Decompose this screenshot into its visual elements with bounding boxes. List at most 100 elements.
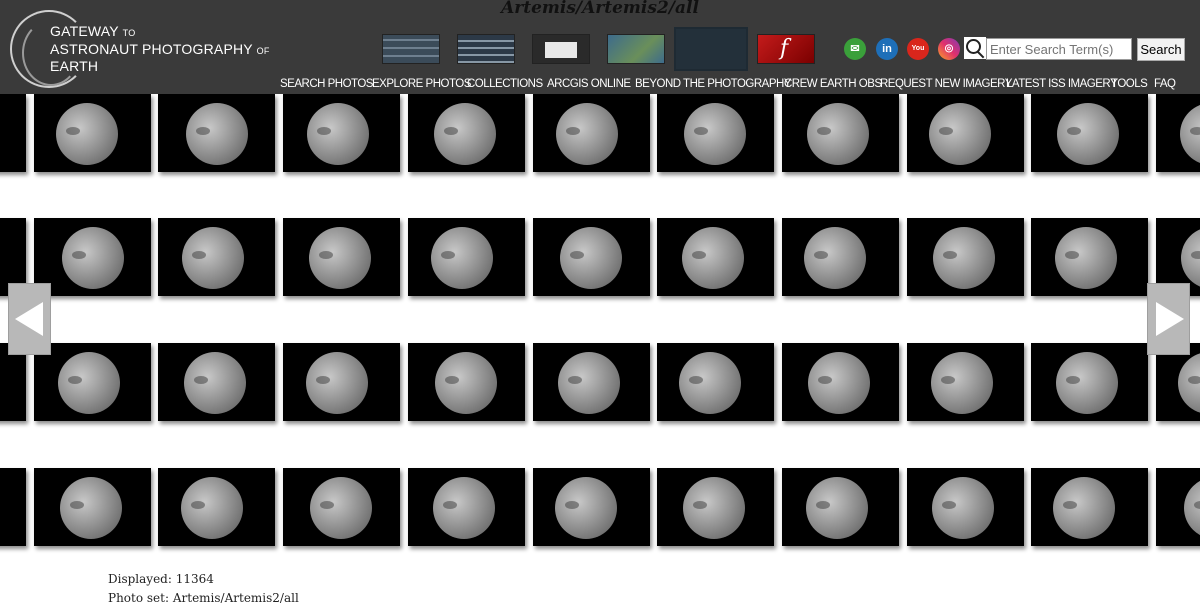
photo-thumbnail[interactable]: [408, 343, 525, 421]
moon-image: [1178, 352, 1200, 414]
youtube-icon[interactable]: You: [907, 38, 929, 60]
photo-thumbnail[interactable]: [657, 218, 774, 296]
moon-image: [184, 352, 246, 414]
photo-thumbnail[interactable]: [657, 468, 774, 546]
photo-thumbnail[interactable]: [907, 468, 1024, 546]
nav-collections[interactable]: Collections: [467, 78, 543, 90]
photo-thumbnail[interactable]: [533, 218, 650, 296]
moon-image: [56, 103, 118, 165]
photo-thumbnail[interactable]: [158, 343, 275, 421]
previous-page-button[interactable]: [8, 283, 51, 355]
moon-image: [555, 477, 617, 539]
moon-image: [556, 103, 618, 165]
email-icon[interactable]: ✉: [844, 38, 866, 60]
moon-image: [558, 352, 620, 414]
photo-thumbnail[interactable]: [34, 94, 151, 172]
photo-thumbnail[interactable]: [158, 218, 275, 296]
moon-image: [431, 227, 493, 289]
moon-image: [435, 352, 497, 414]
moon-image: [560, 227, 622, 289]
nav-search-photos[interactable]: Search Photos: [280, 78, 373, 90]
photo-thumbnail[interactable]: [1031, 94, 1148, 172]
photo-thumbnail[interactable]: [657, 343, 774, 421]
photo-thumbnail[interactable]: [34, 468, 151, 546]
photo-thumbnail[interactable]: [907, 343, 1024, 421]
nav-beyond-the-photography[interactable]: Beyond the Photography: [635, 78, 792, 90]
logo-word: Gateway: [50, 23, 119, 39]
moon-image: [679, 352, 741, 414]
logo-small-word: of: [256, 45, 270, 56]
logo-word: Astronaut Photography: [50, 40, 253, 57]
moon-image: [60, 477, 122, 539]
map-view-icon[interactable]: [607, 34, 665, 64]
photo-thumbnail[interactable]: [782, 218, 899, 296]
site-logo-text[interactable]: Gateway to Astronaut Photography of Eart…: [50, 23, 270, 75]
photo-thumbnail[interactable]: [533, 468, 650, 546]
detail-view-icon[interactable]: [532, 34, 590, 64]
nav-latest-iss-imagery[interactable]: Latest ISS Imagery: [1006, 78, 1118, 90]
list-view-icon[interactable]: [382, 34, 440, 64]
photo-thumbnail[interactable]: [34, 343, 151, 421]
moon-image: [931, 352, 993, 414]
moon-image: [310, 477, 372, 539]
photo-thumbnail[interactable]: [283, 343, 400, 421]
photo-thumbnail[interactable]: [533, 94, 650, 172]
photo-thumbnail[interactable]: [408, 218, 525, 296]
photo-thumbnail[interactable]: [1156, 94, 1200, 172]
nav-request-new-imagery[interactable]: Request New Imagery: [880, 78, 1012, 90]
moon-image: [307, 103, 369, 165]
photo-thumbnail[interactable]: [283, 218, 400, 296]
photo-grid: [0, 94, 1200, 564]
thumbnail-row: [0, 218, 1200, 296]
search-input[interactable]: [986, 38, 1132, 60]
photo-thumbnail[interactable]: [1156, 468, 1200, 546]
moon-image: [804, 227, 866, 289]
photo-thumbnail[interactable]: [158, 94, 275, 172]
photo-thumbnail[interactable]: [1031, 343, 1148, 421]
moon-image: [181, 477, 243, 539]
photo-thumbnail[interactable]: [0, 468, 26, 546]
photo-thumbnail[interactable]: [657, 94, 774, 172]
nav-arcgis-online[interactable]: ArcGIS Online: [547, 78, 631, 90]
search-icon: [964, 37, 986, 59]
photo-thumbnail[interactable]: [408, 94, 525, 172]
nav-explore-photos[interactable]: Explore Photos: [372, 78, 471, 90]
photo-set-title: Artemis/Artemis2/all: [501, 0, 699, 18]
moon-image: [186, 103, 248, 165]
moon-image: [1057, 103, 1119, 165]
photo-thumbnail[interactable]: [782, 94, 899, 172]
photo-thumbnail[interactable]: [907, 94, 1024, 172]
photo-thumbnail[interactable]: [34, 218, 151, 296]
logo-small-word: to: [122, 28, 136, 38]
left-arrow-icon: [15, 302, 43, 336]
moon-image: [434, 103, 496, 165]
moon-image: [684, 103, 746, 165]
moon-image: [933, 227, 995, 289]
table-view-icon[interactable]: [457, 34, 515, 64]
photo-thumbnail[interactable]: [1031, 218, 1148, 296]
photo-thumbnail[interactable]: [1031, 468, 1148, 546]
moon-image: [62, 227, 124, 289]
nav-crew-earth-obs[interactable]: Crew Earth Obs: [784, 78, 882, 90]
photo-thumbnail[interactable]: [782, 468, 899, 546]
moon-image: [683, 477, 745, 539]
thumbnail-row: [0, 94, 1200, 172]
photo-thumbnail[interactable]: [533, 343, 650, 421]
search-button[interactable]: Search: [1137, 38, 1185, 61]
nav-faq[interactable]: FAQ: [1154, 78, 1176, 90]
photo-thumbnail[interactable]: [0, 94, 26, 172]
flash-view-icon[interactable]: f: [757, 34, 815, 64]
photo-thumbnail[interactable]: [158, 468, 275, 546]
linkedin-icon[interactable]: in: [876, 38, 898, 60]
next-page-button[interactable]: [1147, 283, 1190, 355]
grid-view-icon[interactable]: [674, 27, 748, 71]
instagram-icon[interactable]: ◎: [938, 38, 960, 60]
moon-image: [309, 227, 371, 289]
photo-thumbnail[interactable]: [782, 343, 899, 421]
photo-thumbnail[interactable]: [408, 468, 525, 546]
photo-thumbnail[interactable]: [283, 468, 400, 546]
photo-thumbnail[interactable]: [907, 218, 1024, 296]
moon-image: [58, 352, 120, 414]
photo-thumbnail[interactable]: [283, 94, 400, 172]
nav-tools[interactable]: Tools: [1111, 78, 1148, 90]
